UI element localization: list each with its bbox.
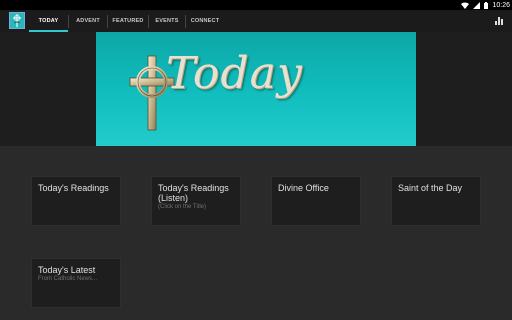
card-title: Today's Readings <box>38 183 109 193</box>
wifi-icon <box>461 1 470 9</box>
card-subtitle: From Catholic News... <box>38 276 98 282</box>
tab-today[interactable]: TODAY <box>29 10 68 32</box>
tab-label: FEATURED <box>112 18 144 24</box>
tab-label: ADVENT <box>76 18 100 24</box>
status-time: 10:26 <box>492 1 510 9</box>
status-icons: 10:26 <box>461 0 510 10</box>
banner-title: Today <box>166 48 303 99</box>
tab-label: TODAY <box>38 18 59 24</box>
tab-label: CONNECT <box>190 18 220 24</box>
tab-advent[interactable]: ADVENT <box>69 10 107 32</box>
tab-bar: TODAY ADVENT FEATURED EVENTS CONNECT <box>29 10 224 32</box>
card-divine-office[interactable]: Divine Office <box>271 176 361 226</box>
battery-icon <box>484 1 489 9</box>
tab-events[interactable]: EVENTS <box>149 10 185 32</box>
card-title: Today's Readings (Listen) <box>158 183 229 203</box>
card-todays-readings[interactable]: Today's Readings <box>31 176 121 226</box>
card-todays-latest[interactable]: Today's Latest From Catholic News... <box>31 258 121 308</box>
tab-label: EVENTS <box>155 18 179 24</box>
today-banner: Today <box>96 32 416 146</box>
card-saint-of-the-day[interactable]: Saint of the Day <box>391 176 481 226</box>
status-bar: 10:26 <box>0 0 512 10</box>
card-title: Today's Latest <box>38 265 96 275</box>
chart-menu-icon[interactable] <box>495 16 504 25</box>
tab-connect[interactable]: CONNECT <box>186 10 224 32</box>
card-title: Divine Office <box>278 183 329 193</box>
card-todays-readings-listen[interactable]: Today's Readings (Listen) (Click on the … <box>151 176 241 226</box>
app-logo-icon[interactable] <box>9 12 25 29</box>
card-title: Saint of the Day <box>398 183 463 193</box>
card-subtitle: (Click on the Title) <box>158 204 207 210</box>
tab-featured[interactable]: FEATURED <box>108 10 148 32</box>
signal-icon <box>473 1 481 9</box>
app-bar: TODAY ADVENT FEATURED EVENTS CONNECT <box>0 10 512 32</box>
